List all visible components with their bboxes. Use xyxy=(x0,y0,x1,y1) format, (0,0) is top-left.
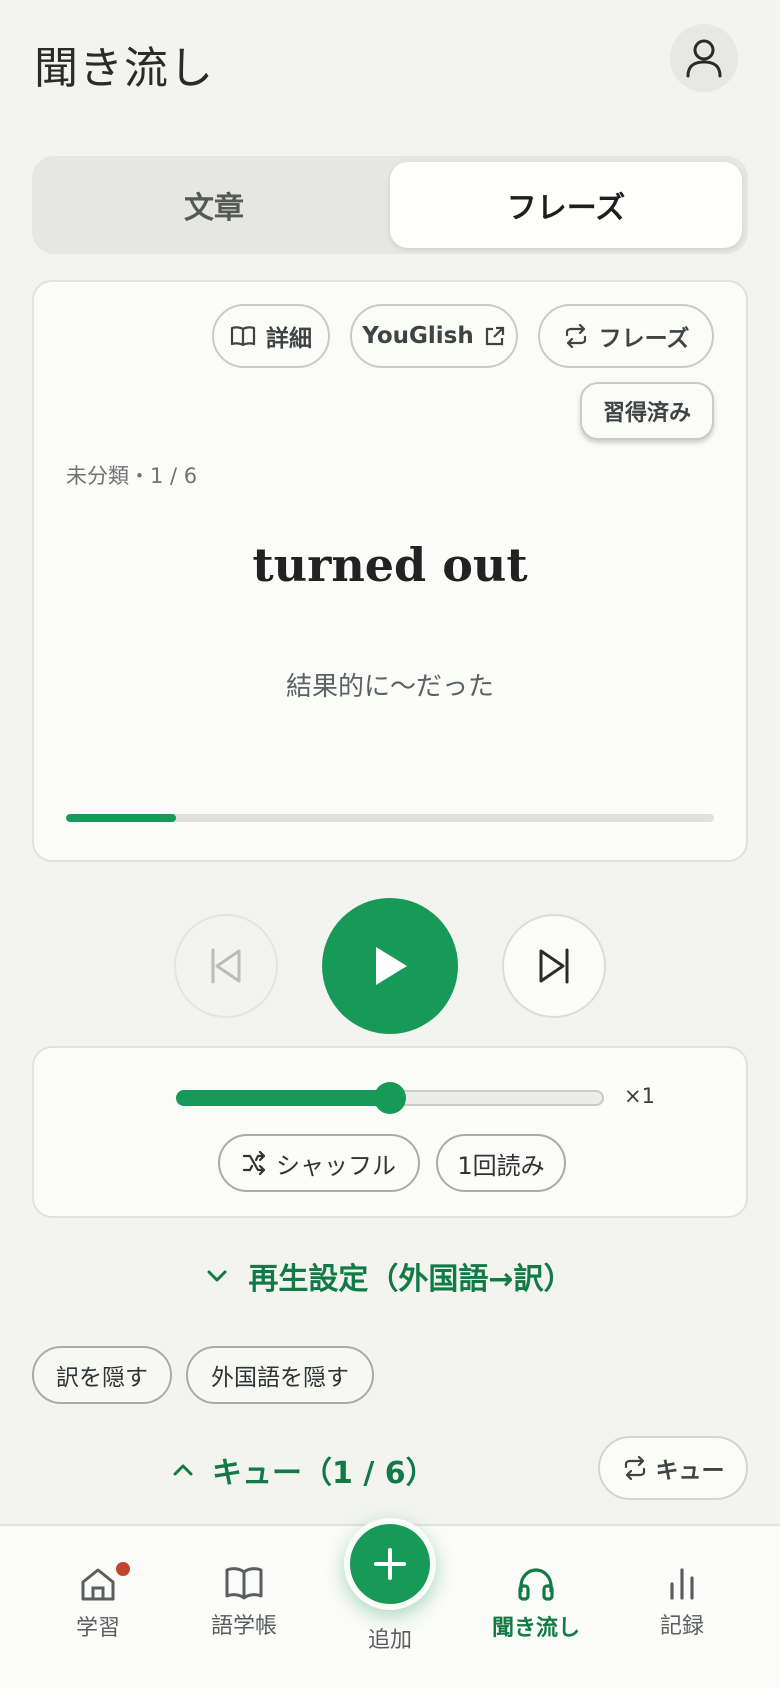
nav-stats-label: 記録 xyxy=(659,1614,704,1639)
speed-value: ×1 xyxy=(624,1084,655,1108)
shuffle-icon xyxy=(242,1151,266,1175)
queue-toggle[interactable]: キュー（1 / 6） xyxy=(172,1448,436,1492)
card-progress-fill xyxy=(66,814,177,822)
book-icon xyxy=(225,1567,263,1600)
read-once-label: 1回読み xyxy=(457,1151,545,1180)
nav-listen-label: 聞き流し xyxy=(491,1616,580,1641)
nav-item-vocab[interactable]: 語学帳 xyxy=(184,1566,304,1640)
add-button[interactable] xyxy=(344,1518,436,1610)
phrase-text: turned out xyxy=(252,538,528,592)
speed-slider-thumb[interactable] xyxy=(374,1082,406,1114)
chevron-down-icon xyxy=(207,1270,227,1282)
shuffle-label: シャッフル xyxy=(276,1151,396,1180)
hide-translation-button[interactable]: 訳を隠す xyxy=(32,1346,172,1404)
nav-item-home[interactable]: 学習 xyxy=(38,1566,158,1642)
phrase-repeat-label: フレーズ xyxy=(598,326,690,352)
card-progress-bar xyxy=(66,814,714,822)
nav-item-stats[interactable]: 記録 xyxy=(622,1566,742,1640)
skip-back-icon xyxy=(211,948,241,984)
book-icon xyxy=(230,326,256,347)
nav-home-label: 学習 xyxy=(75,1616,120,1641)
queue-label: キュー（1 / 6） xyxy=(212,1456,436,1491)
shuffle-button[interactable]: シャッフル xyxy=(218,1134,420,1192)
user-icon xyxy=(686,39,722,78)
speed-slider[interactable] xyxy=(176,1082,604,1114)
skip-forward-icon xyxy=(539,948,569,984)
repeat-icon xyxy=(565,324,586,348)
play-icon xyxy=(376,947,407,985)
repeat-icon xyxy=(624,1456,645,1480)
profile-button[interactable] xyxy=(670,24,738,92)
phrase-repeat-button[interactable]: フレーズ xyxy=(538,304,714,368)
read-once-button[interactable]: 1回読み xyxy=(436,1134,566,1192)
speed-slider-fill xyxy=(176,1090,392,1106)
queue-repeat-label: キュー xyxy=(655,1458,725,1484)
page-title: 聞き流し xyxy=(34,43,214,94)
playback-settings-label: 再生設定（外国語→訳） xyxy=(248,1262,574,1297)
queue-repeat-button[interactable]: キュー xyxy=(598,1436,748,1500)
chevron-up-icon xyxy=(173,1464,193,1476)
mastered-button[interactable]: 習得済み xyxy=(580,382,714,440)
headphones-icon xyxy=(518,1568,554,1601)
hide-foreign-button[interactable]: 外国語を隠す xyxy=(186,1346,374,1404)
nav-vocab-label: 語学帳 xyxy=(210,1614,277,1639)
playback-panel: ×1 シャッフル 1回読み xyxy=(32,1046,748,1218)
previous-button[interactable] xyxy=(174,914,278,1018)
card-meta: 未分類・1 / 6 xyxy=(66,464,198,488)
nav-item-listen[interactable]: 聞き流し xyxy=(476,1566,596,1642)
plus-icon xyxy=(374,1548,406,1580)
play-button[interactable] xyxy=(322,898,458,1034)
home-icon xyxy=(81,1568,115,1601)
youglish-button[interactable]: YouGlish xyxy=(350,304,518,368)
app-screen: 聞き流し 文章 フレーズ 詳細 YouGlish フレーズ 習得済み 未分類・1… xyxy=(0,0,780,1688)
phrase-card: 詳細 YouGlish フレーズ 習得済み 未分類・1 / 6 turned o… xyxy=(32,280,748,862)
tab-phrases[interactable]: フレーズ xyxy=(390,162,742,248)
nav-add-label: 追加 xyxy=(367,1628,412,1653)
youglish-label: YouGlish xyxy=(362,323,474,349)
bottom-navigation: 学習 語学帳 追加 聞き流し 記録 xyxy=(0,1518,780,1688)
mastered-label: 習得済み xyxy=(602,401,691,426)
detail-label: 詳細 xyxy=(266,326,312,352)
next-button[interactable] xyxy=(502,914,606,1018)
translation-text: 結果的に〜だった xyxy=(285,672,494,702)
tab-sentences[interactable]: 文章 xyxy=(38,162,390,248)
bar-chart-icon xyxy=(670,1568,694,1600)
playback-settings-toggle[interactable]: 再生設定（外国語→訳） xyxy=(0,1254,780,1298)
notification-badge xyxy=(116,1562,130,1576)
external-link-icon xyxy=(485,326,504,346)
detail-button[interactable]: 詳細 xyxy=(212,304,330,368)
mode-segmented-control: 文章 フレーズ xyxy=(32,156,748,254)
